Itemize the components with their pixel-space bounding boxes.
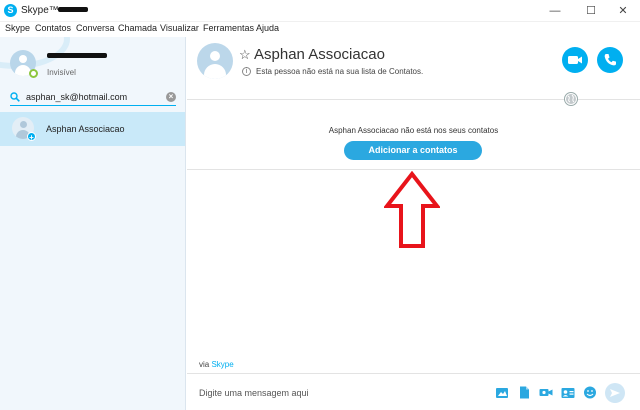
via-label: via Skype — [199, 360, 234, 369]
via-prefix: via — [199, 360, 210, 369]
video-call-button[interactable] — [562, 47, 588, 73]
video-call-icon — [568, 56, 582, 64]
profile-status[interactable]: Invisível — [47, 68, 76, 77]
menu-ferramentas[interactable]: Ferramentas — [203, 23, 254, 33]
emoticon-icon[interactable] — [583, 386, 597, 399]
red-arrow-annotation-icon — [384, 171, 440, 248]
favorite-star-icon[interactable]: ☆ — [239, 47, 251, 63]
title-bar: S Skype™ - — ☐ ✕ — [0, 0, 640, 22]
menu-chamada[interactable]: Chamada — [118, 23, 157, 33]
menu-contatos[interactable]: Contatos — [35, 23, 71, 33]
add-to-contacts-button[interactable]: Adicionar a contatos — [344, 141, 482, 160]
send-button[interactable] — [605, 383, 625, 403]
menu-conversa[interactable]: Conversa — [76, 23, 115, 33]
globe-icon[interactable] — [564, 92, 578, 106]
redacted-username — [58, 7, 88, 12]
not-in-contacts-notice: Asphan Associacao não está nos seus cont… — [328, 126, 499, 135]
redacted-profile-name — [47, 53, 107, 58]
search-input[interactable]: asphan_sk@hotmail.com × — [10, 88, 176, 106]
menu-bar: Skype Contatos Conversa Chamada Visualiz… — [0, 22, 640, 36]
video-message-icon[interactable] — [539, 386, 553, 399]
voice-call-button[interactable] — [597, 47, 623, 73]
minimize-button[interactable]: — — [538, 0, 572, 22]
skype-logo-icon: S — [4, 4, 17, 17]
sidebar: Invisível asphan_sk@hotmail.com × + Asph… — [0, 37, 186, 410]
info-icon: i — [242, 67, 251, 76]
contact-card-icon[interactable] — [561, 386, 575, 399]
list-item[interactable]: + Asphan Associacao — [0, 112, 185, 146]
maximize-button[interactable]: ☐ — [574, 0, 608, 22]
search-value[interactable]: asphan_sk@hotmail.com — [26, 92, 127, 102]
conversation-pane: ☆ Asphan Associacao i Esta pessoa não es… — [187, 37, 640, 410]
clear-search-button[interactable]: × — [166, 92, 176, 102]
contact-header-avatar[interactable] — [197, 43, 233, 79]
file-icon[interactable] — [517, 386, 531, 399]
contact-name: Asphan Associacao — [46, 124, 125, 134]
not-in-contacts-status: Esta pessoa não está na sua lista de Con… — [256, 67, 424, 76]
presence-status-icon[interactable] — [29, 69, 38, 78]
send-icon — [610, 389, 620, 397]
search-icon — [10, 92, 20, 102]
menu-ajuda[interactable]: Ajuda — [256, 23, 279, 33]
via-skype-link[interactable]: Skype — [211, 360, 233, 369]
menu-visualizar[interactable]: Visualizar — [160, 23, 199, 33]
image-icon[interactable] — [495, 386, 509, 399]
message-input[interactable]: Digite uma mensagem aqui — [199, 388, 309, 398]
phone-call-icon — [604, 54, 616, 66]
contact-title[interactable]: Asphan Associacao — [254, 46, 385, 63]
close-button[interactable]: ✕ — [606, 0, 640, 22]
notice-divider — [187, 169, 640, 170]
menu-skype[interactable]: Skype — [5, 23, 30, 33]
compose-bar: Digite uma mensagem aqui — [187, 373, 640, 410]
add-contact-badge-icon: + — [27, 132, 36, 142]
